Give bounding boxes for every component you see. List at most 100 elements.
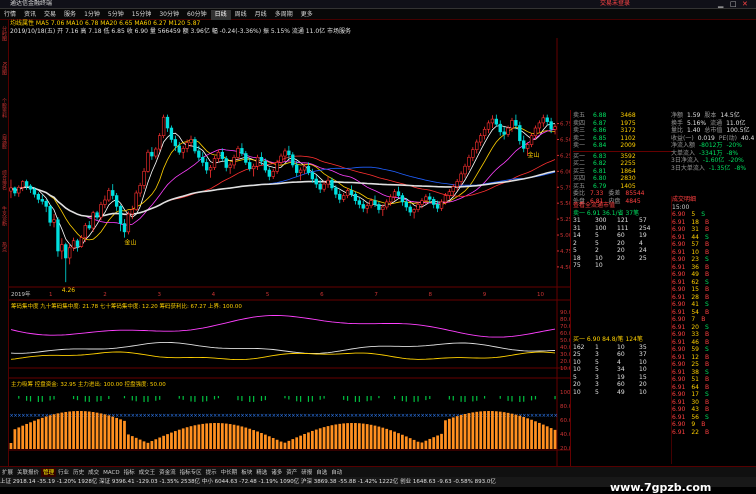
price-axis-label: 6.00 [560, 169, 570, 175]
ind2-green-bar [343, 396, 345, 400]
menu-item-7[interactable]: 30分钟 [155, 10, 183, 20]
stat-row: 换手 5.16% 流通 11.0亿 [671, 120, 756, 128]
price-annotation: 金山 [124, 238, 136, 246]
menu-item-12[interactable]: 多周期 [271, 10, 297, 20]
menu-item-4[interactable]: 1分钟 [80, 10, 104, 20]
sidebar-item-4[interactable]: 综合排名 [1, 170, 8, 200]
chip-panel-title[interactable]: 查看全流通市值 [573, 202, 671, 210]
ind2-green-bar [429, 396, 431, 399]
candle [146, 149, 150, 173]
watermark: www.7gpzb.com [610, 481, 712, 494]
ind2-green-bar [346, 396, 349, 401]
sidebar-item-0[interactable]: 分时图 [1, 26, 8, 56]
login-status[interactable]: 交易未登录 [600, 0, 630, 8]
menu-item-5[interactable]: 5分钟 [104, 10, 128, 20]
indicator2-title: 主力吸筹 控盘资金: 32.95 主力进出: 100.00 控盘强度: 50.0… [11, 380, 166, 388]
tick-cell: 31 [573, 217, 581, 224]
ind2-orange-bar [220, 423, 224, 449]
ind2-orange-bar [142, 441, 146, 449]
chart-area[interactable]: 6.75 6.50 6.25 6.00 5.75 5.50 5.25 5.00 4.75 4.50… [9, 38, 570, 466]
price-axis-label: 5.50 [560, 201, 570, 207]
trade-side: B [705, 383, 710, 391]
summary-cell: 委比 [573, 190, 586, 197]
order-book-buy-row: 买五 6.79 1405 [573, 183, 673, 191]
tick-cell: 24 [639, 247, 647, 254]
trade-volume: 20 [691, 323, 699, 331]
ind2-orange-bar [322, 427, 326, 449]
tick-row: 25 3 60 37 [573, 351, 671, 359]
tick-cell: 35 [639, 343, 647, 351]
menu-item-6[interactable]: 15分钟 [128, 10, 156, 20]
sidebar-item-3[interactable]: 自选股 [1, 134, 8, 164]
stat-cell: 1.40 [687, 127, 701, 134]
menu-item-1[interactable]: 资讯 [20, 10, 40, 20]
ind2-green-bar [26, 396, 28, 401]
sidebar-item-5[interactable]: 牛叉诊断 [1, 206, 8, 236]
trade-volume: 12 [691, 353, 699, 361]
trade-price: 6.90 [672, 376, 686, 383]
trade-list-title[interactable]: 成交明细 [672, 196, 756, 204]
ind2-axis-label: 80.00 [560, 404, 570, 410]
tick-row: 10 5 49 10 [573, 389, 671, 397]
ind2-orange-bar [21, 425, 25, 449]
price-axis-label: 5.25 [560, 217, 570, 223]
menu-item-11[interactable]: 月线 [251, 10, 271, 20]
menu-item-0[interactable]: 行情 [0, 10, 20, 20]
order-label: 卖二 [573, 134, 586, 142]
tick-row: 14 5 60 19 [573, 232, 671, 240]
order-book-divider [573, 150, 673, 152]
sidebar-item-2[interactable]: 个股资料 [1, 98, 8, 128]
trade-price: 6.90 [672, 346, 686, 353]
flow-label: 3日净流入 [671, 157, 699, 164]
ind2-orange-bar [193, 425, 197, 449]
ind1-axis-label: 80.00 [560, 317, 570, 323]
menu-item-8[interactable]: 60分钟 [183, 10, 211, 20]
trade-volume: 62 [691, 278, 699, 286]
menu-item-3[interactable]: 服务 [60, 10, 80, 20]
ind2-green-bar [49, 396, 51, 401]
maximize-icon[interactable]: □ [730, 0, 737, 8]
ind2-orange-bar [213, 423, 216, 449]
order-book-buy-row: 买二 6.82 2255 [573, 160, 673, 168]
stat-row: 量比 1.40 总市值 100.5亿 [671, 127, 756, 135]
menu-item-13[interactable]: 更多 [297, 10, 317, 20]
minimize-icon[interactable]: ▁ [718, 0, 723, 8]
ind2-green-bar [217, 396, 220, 399]
order-book-buy-row: 买四 6.80 2830 [573, 175, 673, 183]
ind2-orange-bar [56, 413, 60, 449]
order-volume: 1975 [620, 119, 636, 127]
tick-cell: 5 [595, 239, 599, 247]
ind2-green-bar [296, 396, 298, 402]
menu-item-10[interactable]: 周线 [231, 10, 251, 20]
ind2-orange-bar [68, 411, 72, 449]
ind2-orange-bar [138, 439, 142, 449]
sidebar-item-1[interactable]: K线图 [1, 62, 8, 92]
ind2-orange-bar [236, 425, 240, 449]
tick-cell: 19 [617, 373, 625, 381]
trade-price: 6.90 [672, 211, 686, 218]
ind2-orange-bar [256, 431, 259, 449]
close-icon[interactable]: ✕ [742, 0, 748, 8]
ind2-orange-bar [33, 420, 36, 449]
sidebar-item-6[interactable]: 热点 [1, 242, 8, 272]
price-annotation: 金山 [528, 151, 540, 159]
order-label: 买三 [573, 167, 586, 175]
trade-price: 6.91 [672, 218, 686, 226]
tick-cell: 15 [639, 373, 647, 381]
tick-cell: 31 [573, 224, 581, 232]
trade-row: 6.90 9 B [672, 421, 756, 429]
menu-item-2[interactable]: 交易 [40, 10, 60, 20]
menu-item-9[interactable]: 日线 [210, 10, 231, 20]
ind2-orange-bar [275, 439, 279, 449]
ind2-orange-bar [491, 411, 494, 449]
tick-cell: 49 [617, 388, 625, 396]
stat-cell: 1.59 [687, 112, 701, 119]
order-price: 6.86 [593, 127, 607, 134]
trade-volume: 54 [691, 308, 699, 316]
ind1-axis-label: 50.00 [560, 338, 570, 344]
trade-side: S [705, 391, 709, 398]
trade-side: B [705, 376, 710, 383]
ind2-orange-bar [510, 413, 514, 449]
order-label: 卖五 [573, 112, 586, 119]
menu-bar: 行情 资讯 交易 服务 1分钟 5分钟 15分钟 30分钟 60分钟 日线 周线 月线 多周期 更多 [0, 9, 756, 20]
